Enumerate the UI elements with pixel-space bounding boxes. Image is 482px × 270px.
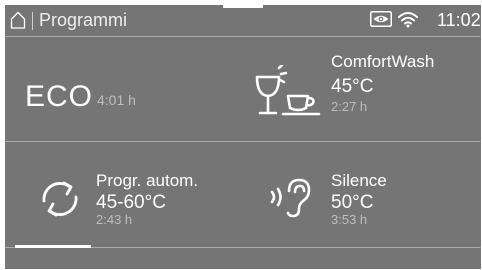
title-divider bbox=[32, 12, 33, 30]
program-duration: 2:43 h bbox=[96, 212, 133, 227]
program-temperature: 50°C bbox=[331, 192, 374, 213]
program-duration: 2:27 h bbox=[331, 99, 368, 114]
top-tab-indicator bbox=[223, 5, 263, 8]
program-name: Progr. autom. bbox=[96, 171, 199, 190]
program-tile-comfortwash[interactable]: ComfortWash 45°C 2:27 h bbox=[243, 37, 481, 141]
program-duration: 4:01 h bbox=[97, 92, 136, 108]
glass-cup-icon bbox=[255, 65, 321, 116]
silence-icon bbox=[270, 178, 311, 218]
program-name: ECO bbox=[25, 80, 94, 113]
program-name: ComfortWash bbox=[331, 52, 435, 71]
program-duration: 3:53 h bbox=[331, 212, 368, 227]
program-name: Silence bbox=[331, 171, 387, 190]
program-temperature: 45-60°C bbox=[96, 192, 166, 213]
clock: 11:02 bbox=[437, 10, 481, 30]
program-tile-auto[interactable]: Progr. autom. 45-60°C 2:43 h bbox=[5, 142, 243, 247]
program-tile-silence[interactable]: Silence 50°C 3:53 h bbox=[243, 142, 481, 247]
eye-icon bbox=[370, 11, 392, 27]
wifi-icon bbox=[398, 12, 418, 28]
status-bar: Programmi 11:02 bbox=[5, 5, 481, 35]
cycle-icon bbox=[42, 181, 78, 217]
program-temperature: 45°C bbox=[331, 76, 374, 97]
program-tile-eco[interactable]: ECO 4:01 h bbox=[5, 37, 243, 141]
home-icon[interactable] bbox=[10, 11, 26, 29]
display-screen: Programmi 11:02 ECO 4:01 h ComfortWash 4… bbox=[5, 5, 481, 269]
screen-title: Programmi bbox=[39, 10, 128, 30]
